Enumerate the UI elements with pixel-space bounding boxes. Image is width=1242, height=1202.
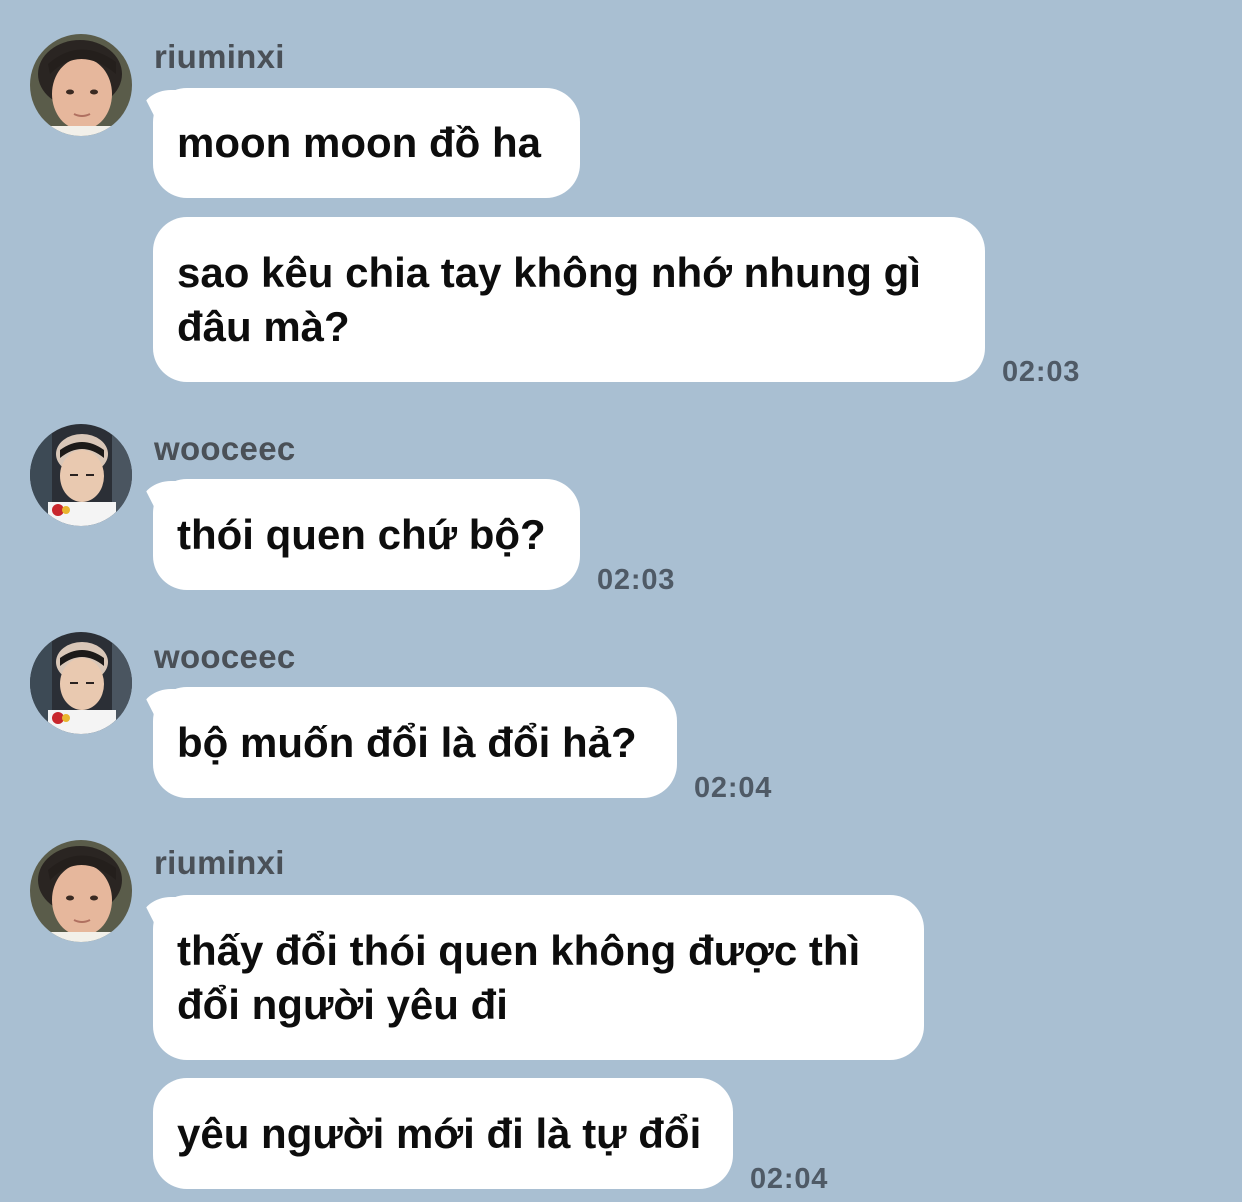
message-bubble[interactable]: thói quen chứ bộ? [153,479,580,590]
message-bubble[interactable]: moon moon đồ ha [153,88,580,198]
avatar-riuminxi[interactable] [30,34,132,136]
avatar-wooceec[interactable] [30,632,132,734]
message-bubble[interactable]: sao kêu chia tay không nhớ nhung gì đâu … [153,217,985,382]
message-bubble[interactable]: bộ muốn đổi là đổi hả? [153,687,677,798]
avatar-wooceec[interactable] [30,424,132,526]
sender-name: riuminxi [154,38,285,75]
sender-name: riuminxi [154,844,285,881]
avatar-riuminxi[interactable] [30,840,132,942]
sender-name: wooceec [154,430,296,467]
sender-name: wooceec [154,638,296,675]
message-timestamp: 02:03 [1002,356,1081,388]
message-timestamp: 02:03 [597,564,676,596]
message-timestamp: 02:04 [694,772,773,804]
message-bubble[interactable]: thấy đổi thói quen không được thì đổi ng… [153,895,924,1060]
message-timestamp: 02:04 [750,1163,829,1195]
message-bubble[interactable]: yêu người mới đi là tự đổi [153,1078,733,1189]
